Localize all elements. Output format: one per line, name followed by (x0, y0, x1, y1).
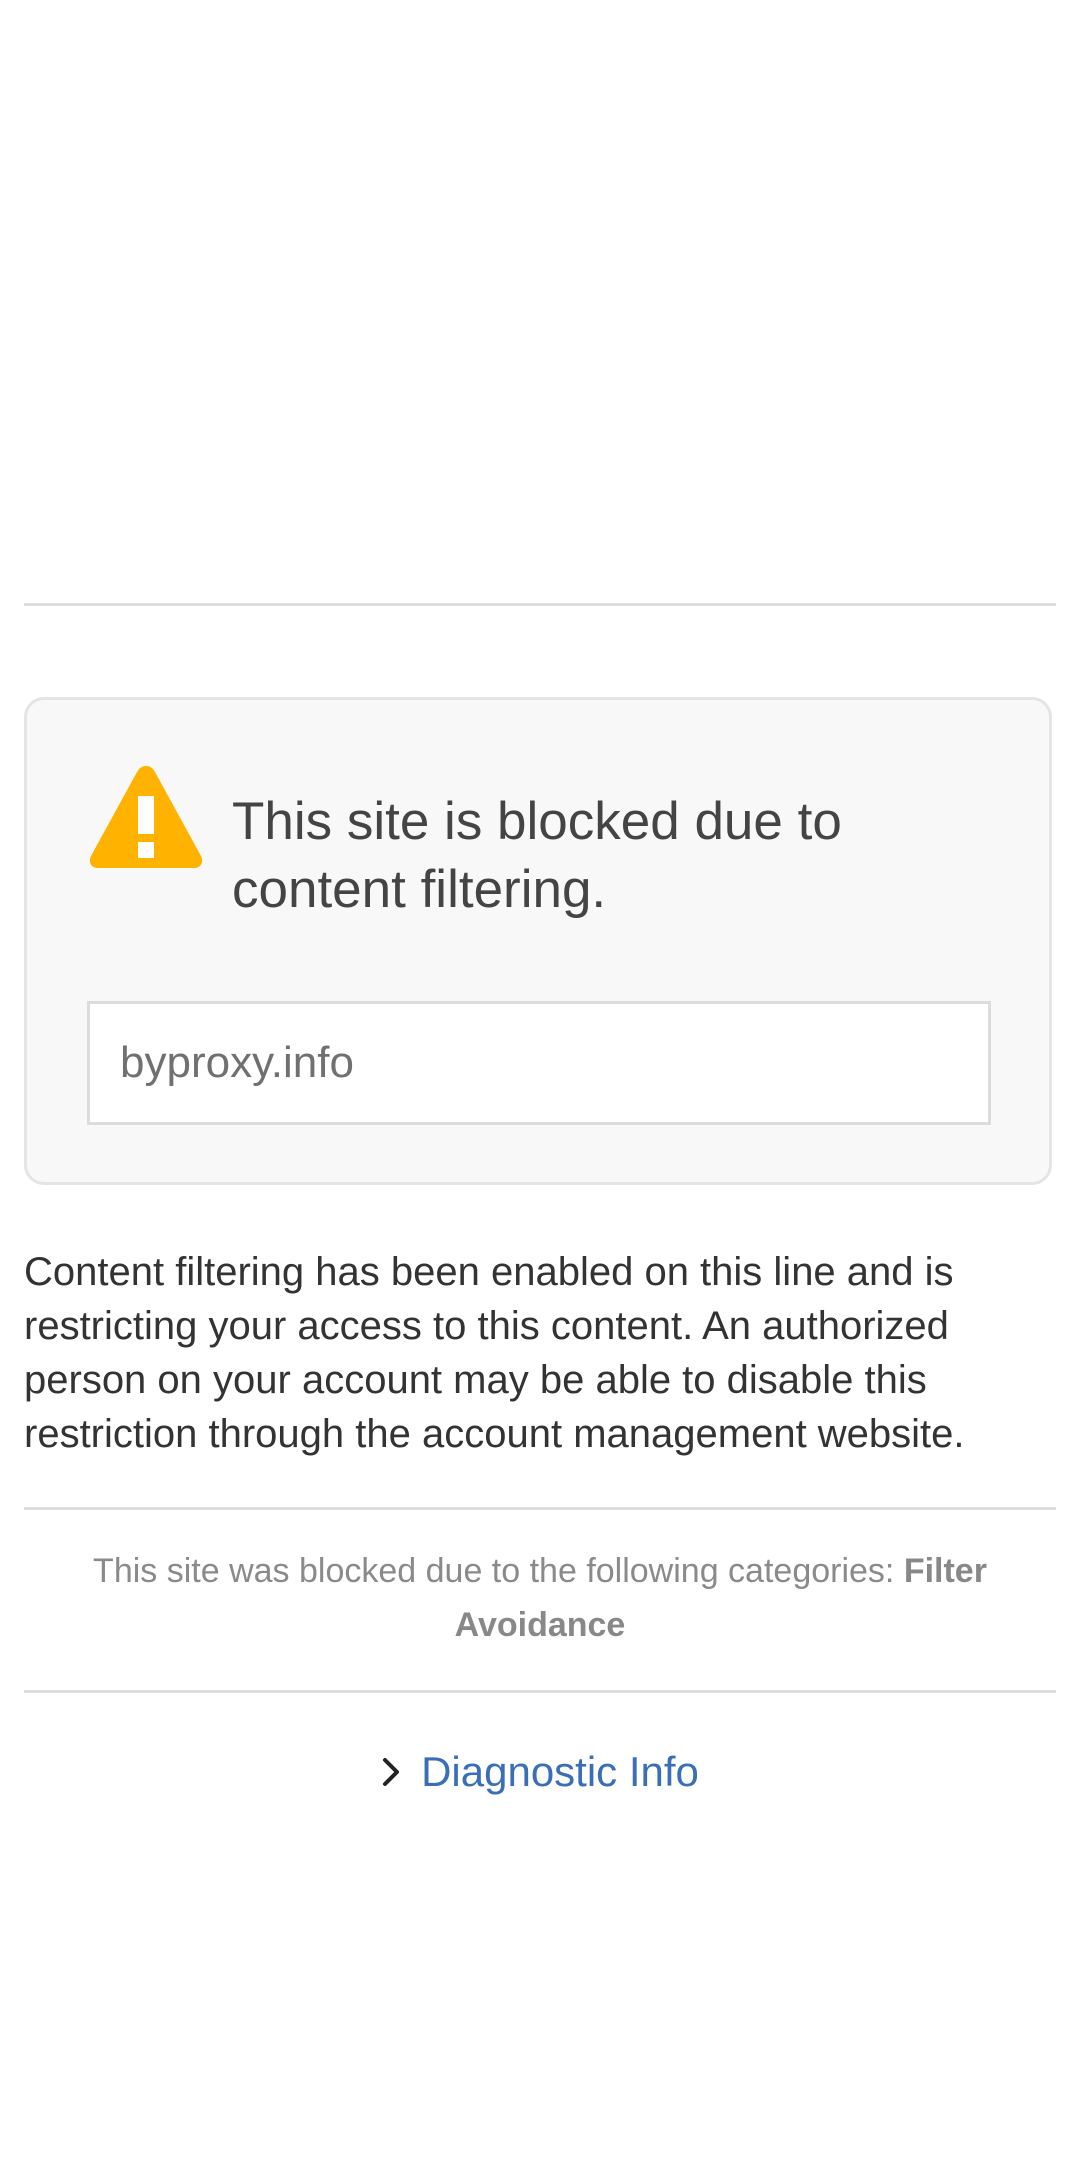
blocked-headline: This site is blocked due to content filt… (232, 792, 842, 919)
diagnostic-info-toggle[interactable]: Diagnostic Info (0, 1748, 1080, 1796)
filtering-explanation: Content filtering has been enabled on th… (24, 1250, 965, 1456)
blocked-categories: This site was blocked due to the followi… (24, 1544, 1056, 1652)
diagnostic-info-link[interactable]: Diagnostic Info (421, 1748, 699, 1796)
bottom-divider (24, 1690, 1056, 1693)
middle-divider (24, 1507, 1056, 1510)
chevron-right-icon (383, 1758, 400, 1786)
top-divider (24, 603, 1056, 606)
blocked-url-text: byproxy.info (120, 1038, 354, 1087)
warning-icon (89, 766, 203, 868)
block-notice-card: This site is blocked due to content filt… (24, 697, 1052, 1185)
blocked-url-field: byproxy.info (87, 1001, 991, 1125)
categories-prefix: This site was blocked due to the followi… (93, 1552, 904, 1590)
